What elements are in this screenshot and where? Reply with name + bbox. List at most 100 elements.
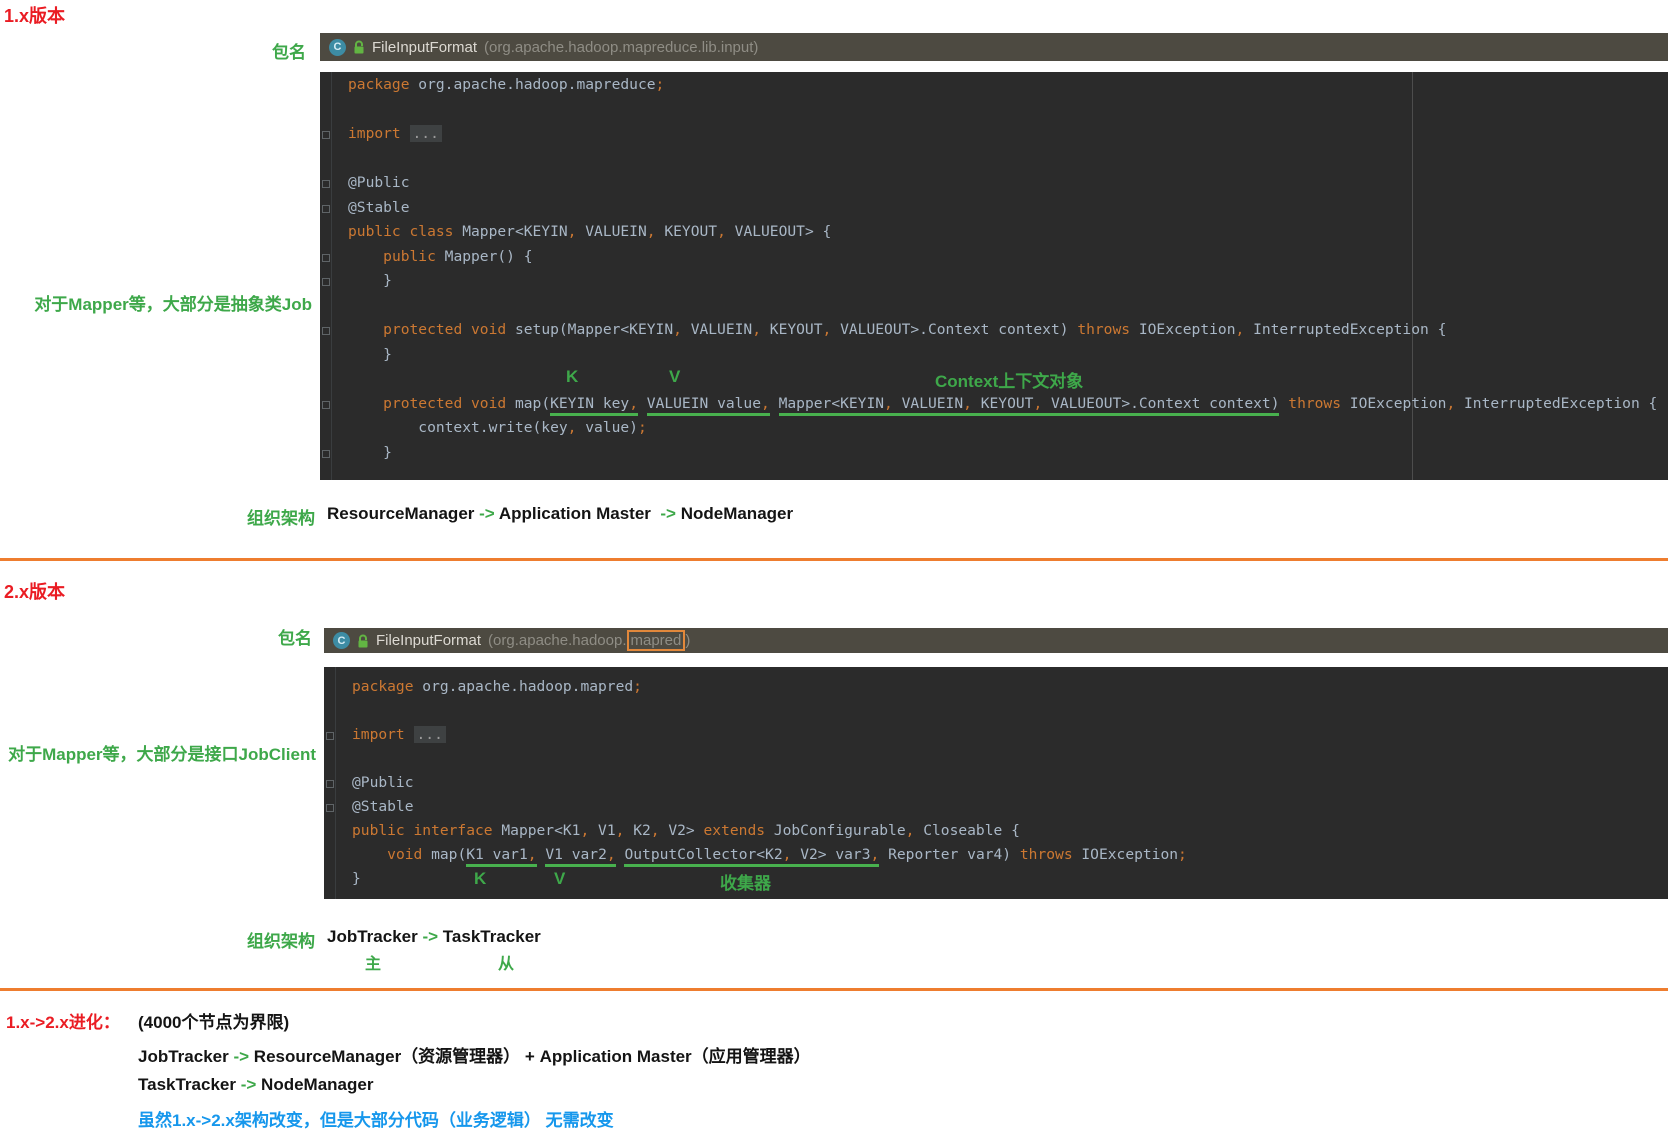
- package-name-label-1: 包名: [272, 43, 306, 62]
- code-token: ,: [606, 846, 616, 867]
- code-line: import ...: [324, 723, 1668, 747]
- code-token: Reporter var4): [879, 846, 1020, 863]
- code-token: org.apache.hadoop.mapred: [413, 678, 634, 695]
- ide-tab-header-2[interactable]: C FileInputFormat (org.apache.hadoop. map…: [324, 628, 1668, 653]
- code-line: public interface Mapper<K1, V1, K2, V2> …: [324, 819, 1668, 843]
- code-token: value): [576, 419, 638, 436]
- code-token: IOException: [1130, 321, 1236, 338]
- code-token: throws: [1288, 394, 1341, 412]
- code-token: V1: [589, 822, 616, 839]
- arrow-icon: ->: [233, 1047, 250, 1066]
- code-token: ,: [870, 846, 880, 867]
- architecture-chain-1: ResourceManager -> Application Master ->…: [327, 504, 793, 524]
- arch-node: NodeManager: [680, 504, 794, 523]
- annotation-key-2: K: [474, 869, 487, 888]
- annotation-value-1: V: [669, 367, 681, 386]
- code-editor-1x[interactable]: package org.apache.hadoop.mapreduce; imp…: [320, 72, 1668, 480]
- code-token: map(: [422, 846, 467, 863]
- section-divider-2: [0, 988, 1668, 991]
- code-token: VALUEIN: [892, 394, 964, 416]
- evolution-note: (4000个节点为界限): [138, 1013, 290, 1032]
- code-token: ,: [963, 394, 972, 416]
- code-token: package: [352, 678, 414, 695]
- code-token: }: [348, 272, 392, 289]
- notes-page: 1.x版本 包名 C FileInputFormat (org.apache.h…: [0, 0, 1668, 1133]
- annotation-context: Context上下文对象: [935, 372, 1084, 391]
- arch-node: TaskTracker: [442, 927, 541, 946]
- code-token: ,: [761, 394, 770, 416]
- class-icon: C: [329, 38, 346, 56]
- evolution-heading: 1.x->2.x进化：: [6, 1013, 120, 1032]
- code-token: ;: [633, 678, 642, 695]
- code-token: Closeable {: [914, 822, 1020, 839]
- code-line: protected void map(KEYIN key, VALUEIN va…: [320, 392, 1668, 417]
- code-token: ,: [884, 394, 893, 416]
- code-token: ,: [717, 223, 726, 240]
- section-1x-heading: 1.x版本: [4, 6, 66, 26]
- code-token: InterruptedException {: [1244, 321, 1447, 338]
- editor-tab-package-path: (org.apache.hadoop.mapreduce.lib.input): [484, 38, 759, 56]
- code-token: VALUEOUT>.Context context): [831, 321, 1078, 338]
- code-token: ,: [527, 846, 537, 867]
- arch-node: ResourceManager: [327, 504, 475, 523]
- code-token: setup(Mapper<KEYIN: [506, 321, 674, 338]
- code-token: Mapper<KEYIN: [778, 394, 885, 416]
- side-note-1x: 对于Mapper等，大部分是抽象类Job: [34, 295, 312, 314]
- evolution-line-tasktracker: TaskTracker -> NodeManager: [138, 1075, 373, 1095]
- code-token: ...: [413, 726, 446, 743]
- evo-extra: Application Master（应用管理器）: [539, 1047, 811, 1066]
- code-token: ,: [646, 223, 656, 240]
- code-token: V2>: [659, 822, 704, 839]
- code-line: @Public: [324, 771, 1668, 795]
- code-token: K2: [624, 822, 651, 839]
- package-name-label-2: 包名: [278, 629, 312, 648]
- code-line: package org.apache.hadoop.mapreduce;: [320, 73, 1668, 98]
- code-token: org.apache.hadoop.mapreduce: [409, 76, 656, 93]
- code-token: void: [387, 846, 423, 863]
- code-token: map(: [506, 394, 551, 412]
- code-token: JobConfigurable: [765, 822, 906, 839]
- evo-to: ResourceManager（资源管理器）: [253, 1047, 521, 1066]
- evo-to: NodeManager: [261, 1075, 374, 1094]
- class-icon: C: [333, 632, 350, 649]
- plus-sign: +: [524, 1047, 535, 1066]
- code-editor-2x[interactable]: package org.apache.hadoop.mapred; import…: [324, 667, 1668, 899]
- ide-tab-header-1[interactable]: C FileInputFormat (org.apache.hadoop.map…: [320, 33, 1668, 61]
- code-token: }: [348, 345, 392, 363]
- code-token: ;: [1178, 846, 1187, 863]
- code-line: public Mapper() {: [320, 245, 1668, 270]
- code-token: VALUEIN value: [646, 394, 762, 416]
- code-token: Mapper<KEYIN: [453, 223, 568, 240]
- code-token: @Stable: [352, 798, 414, 815]
- code-token: OutputCollector<K2: [624, 846, 783, 867]
- code-token: ,: [822, 321, 832, 338]
- code-line: @Stable: [320, 196, 1668, 221]
- code-token: VALUEOUT>.Context context): [1042, 394, 1280, 416]
- code-token: public: [383, 247, 436, 265]
- code-token: public interface: [352, 822, 493, 839]
- code-token: VALUEOUT> {: [725, 223, 832, 240]
- code-token: VALUEIN: [576, 223, 647, 240]
- side-note-2x: 对于Mapper等，大部分是接口JobClient: [8, 745, 316, 764]
- annotation-key-1: K: [566, 367, 579, 386]
- code-token: import: [348, 125, 401, 142]
- code-token: package: [348, 76, 410, 93]
- arrow-icon: ->: [479, 504, 495, 523]
- code-token: KEYOUT: [761, 321, 823, 338]
- code-token: ,: [673, 321, 682, 338]
- highlighted-package-segment: mapred: [626, 630, 686, 651]
- annotation-value-2: V: [554, 869, 566, 888]
- editor-tab-title: FileInputFormat: [372, 38, 478, 56]
- code-token: protected void: [383, 394, 507, 412]
- code-line: @Stable: [324, 795, 1668, 819]
- code-token: ;: [655, 76, 665, 93]
- code-token: K1 var1: [466, 846, 528, 867]
